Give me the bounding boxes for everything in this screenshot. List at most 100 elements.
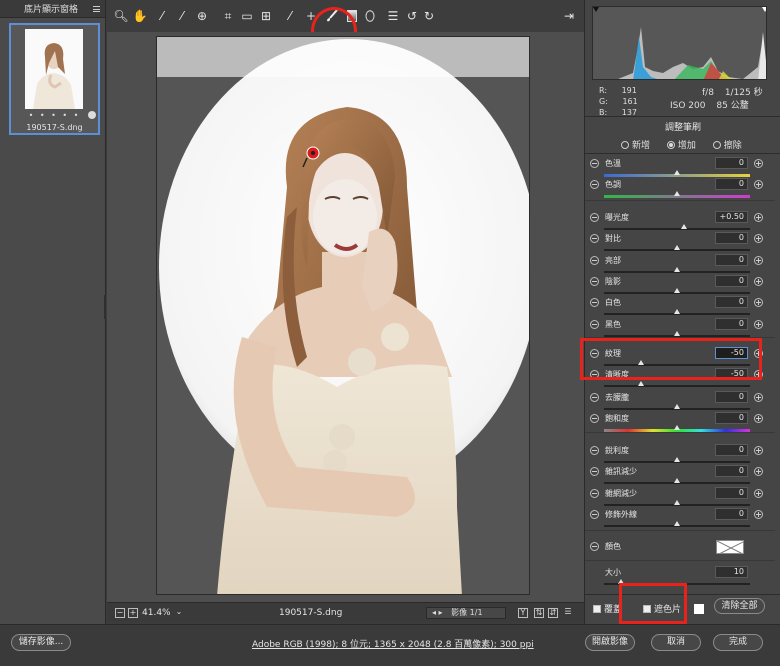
increase-icon[interactable] [754, 234, 763, 243]
increase-icon[interactable] [754, 414, 763, 423]
zoom-level[interactable]: 41.4% [142, 608, 171, 618]
increase-icon[interactable] [754, 256, 763, 265]
mask-color-swatch[interactable] [693, 604, 704, 614]
decrease-icon[interactable] [590, 510, 599, 519]
slider-row[interactable]: 對比 0 [589, 232, 775, 254]
copy-settings-icon[interactable]: ⇵ [548, 608, 558, 618]
decrease-icon[interactable] [590, 256, 599, 265]
slider-thumb[interactable] [681, 224, 688, 229]
slider-value[interactable]: 0 [715, 412, 748, 424]
slider-row[interactable]: 去朦朧 0 [589, 391, 775, 413]
cancel-button[interactable]: 取消 [651, 634, 701, 651]
decrease-icon[interactable] [590, 489, 599, 498]
straighten-icon[interactable]: ▭ [240, 9, 254, 23]
decrease-icon[interactable] [590, 213, 599, 222]
rotate-left-icon[interactable]: ↺ [405, 9, 419, 23]
decrease-icon[interactable] [590, 414, 599, 423]
decrease-icon[interactable] [590, 298, 599, 307]
decrease-icon[interactable] [590, 446, 599, 455]
zoom-in-button[interactable]: + [128, 608, 138, 618]
slider-value[interactable]: 0 [715, 254, 748, 266]
mode-add-radio[interactable] [666, 141, 675, 149]
rating-dots[interactable]: • • • • • [11, 111, 98, 120]
slider-value[interactable]: 0 [715, 178, 748, 190]
slider-thumb[interactable] [674, 425, 680, 430]
decrease-icon[interactable] [590, 320, 599, 329]
slider-value[interactable]: 0 [715, 391, 748, 403]
slider-thumb[interactable] [674, 267, 680, 272]
color-sampler-icon[interactable]: ⁄ [175, 9, 189, 23]
decrease-icon[interactable] [590, 393, 599, 402]
slider-value[interactable]: +0.50 [715, 211, 748, 223]
white-balance-icon[interactable]: ⁄ [155, 9, 169, 23]
filmstrip-collapse-handle[interactable] [104, 295, 106, 319]
increase-icon[interactable] [754, 159, 763, 168]
slider-value[interactable]: 0 [715, 232, 748, 244]
spot-removal-icon[interactable]: ⁄ [283, 9, 297, 23]
filmstrip-thumbnail[interactable]: • • • • • 190517-S.dng [9, 23, 100, 135]
slider-row[interactable]: 色溫 0 [589, 157, 775, 179]
increase-icon[interactable] [754, 510, 763, 519]
increase-icon[interactable] [754, 467, 763, 476]
radial-filter-icon[interactable] [363, 9, 377, 23]
targeted-adjust-icon[interactable]: ⊕ [195, 9, 209, 23]
preview-image[interactable] [156, 36, 530, 595]
decrease-icon[interactable] [590, 277, 599, 286]
decrease-icon[interactable] [590, 180, 599, 189]
slider-thumb[interactable] [674, 331, 680, 336]
decrease-icon[interactable] [590, 234, 599, 243]
fullscreen-icon[interactable]: ⇥ [562, 9, 576, 23]
decrease-icon[interactable] [590, 159, 599, 168]
slider-thumb[interactable] [674, 309, 680, 314]
increase-icon[interactable] [754, 489, 763, 498]
slider-value[interactable]: 0 [715, 444, 748, 456]
swap-icon[interactable]: ⇅ [534, 608, 544, 618]
increase-icon[interactable] [754, 180, 763, 189]
size-value[interactable]: 10 [715, 566, 748, 578]
increase-icon[interactable] [754, 213, 763, 222]
decrease-icon[interactable] [590, 467, 599, 476]
slider-row[interactable]: 雜訊減少 0 [589, 465, 775, 487]
hand-icon[interactable]: ✋ [133, 9, 148, 23]
preview-canvas[interactable] [107, 32, 584, 602]
done-button[interactable]: 完成 [713, 634, 763, 651]
rotate-right-icon[interactable]: ↻ [422, 9, 436, 23]
increase-icon[interactable] [754, 393, 763, 402]
transform-icon[interactable]: ⊞ [259, 9, 273, 23]
slider-thumb[interactable] [674, 245, 680, 250]
increase-icon[interactable] [754, 298, 763, 307]
slider-row[interactable]: 亮部 0 [589, 254, 775, 276]
list-icon[interactable]: ☰ [386, 9, 400, 23]
slider-value[interactable]: 0 [715, 508, 748, 520]
slider-track[interactable] [604, 385, 750, 387]
open-image-button[interactable]: 開啟影像 [585, 634, 635, 651]
crop-icon[interactable]: ⌗ [221, 9, 235, 23]
slider-thumb[interactable] [674, 478, 680, 483]
slider-row[interactable]: 銳利度 0 [589, 444, 775, 466]
slider-row[interactable]: 雜網減少 0 [589, 487, 775, 509]
save-image-button[interactable]: 儲存影像... [11, 634, 71, 651]
color-reset-icon[interactable] [590, 542, 599, 551]
slider-value[interactable]: 0 [715, 487, 748, 499]
slider-row[interactable]: 修飾外線 0 [589, 508, 775, 530]
increase-icon[interactable] [754, 277, 763, 286]
color-swatch[interactable] [716, 540, 744, 554]
slider-thumb[interactable] [674, 457, 680, 462]
slider-row[interactable]: 白色 0 [589, 296, 775, 318]
prev-next-icon[interactable]: ◂ ▸ [432, 608, 443, 617]
mode-new-radio[interactable] [621, 141, 629, 149]
preview-prefs-icon[interactable]: ☰ [563, 608, 573, 618]
filmstrip-menu-icon[interactable] [93, 6, 100, 12]
slider-track[interactable] [604, 228, 750, 230]
slider-thumb[interactable] [637, 381, 644, 386]
zoom-out-button[interactable]: − [115, 608, 125, 618]
slider-row[interactable]: 曝光度 +0.50 [589, 211, 775, 233]
slider-row[interactable]: 色調 0 [589, 178, 775, 200]
slider-value[interactable]: 0 [715, 275, 748, 287]
slider-row[interactable]: 陰影 0 [589, 275, 775, 297]
slider-row[interactable]: 飽和度 0 [589, 412, 775, 434]
slider-thumb[interactable] [674, 521, 680, 526]
slider-thumb[interactable] [674, 500, 680, 505]
slider-thumb[interactable] [674, 288, 680, 293]
workflow-options-link[interactable]: Adobe RGB (1998); 8 位元; 1365 x 2048 (2.8… [252, 637, 534, 650]
